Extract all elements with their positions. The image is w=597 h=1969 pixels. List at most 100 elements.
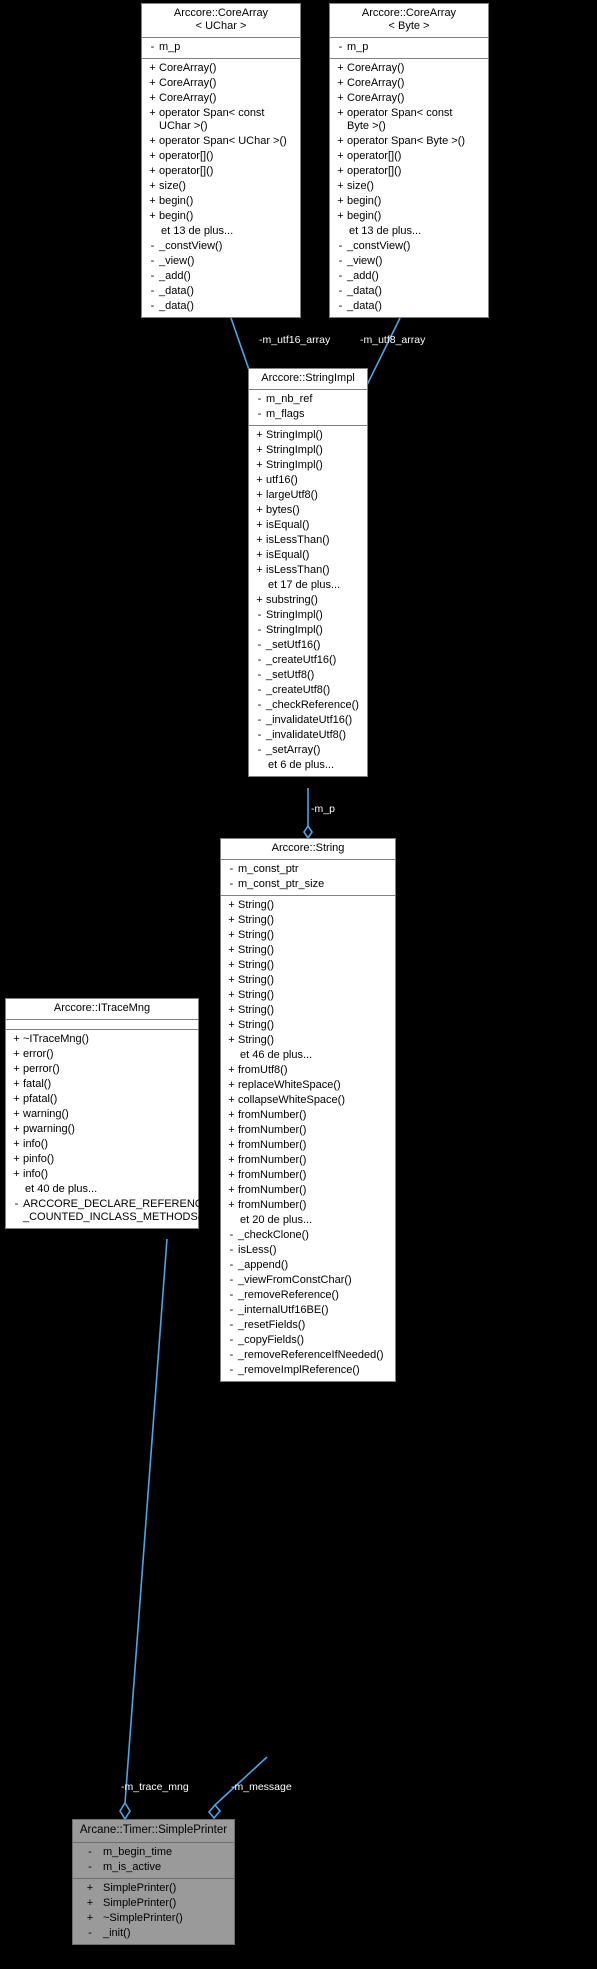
member-name: m_nb_ref: [266, 393, 313, 405]
member-name: begin(): [347, 195, 382, 207]
member-name: fromNumber(): [238, 1154, 307, 1166]
visibility-marker: +: [228, 1064, 235, 1076]
member-name: CoreArray(): [159, 92, 217, 104]
class-box-itracemng[interactable]: Arccore::ITraceMng + ~ITraceMng() + error()…: [5, 998, 210, 1229]
class-box-string[interactable]: Arccore::String - m_const_ptr - m_const_ptr…: [220, 838, 396, 1382]
member-name: _add(): [347, 270, 379, 282]
member-row: - _setUtf16(): [249, 638, 367, 653]
member-name: et 17 de plus...: [268, 579, 341, 591]
member-row: + bytes(): [249, 503, 367, 518]
attributes-section-string: - m_const_ptr - m_const_ptr_size: [221, 860, 395, 895]
visibility-marker: +: [337, 107, 344, 119]
visibility-marker: +: [13, 1033, 20, 1045]
visibility-marker: +: [228, 1109, 235, 1121]
visibility-marker: +: [13, 1123, 20, 1135]
class-box-corearray-byte[interactable]: Arccore::CoreArray < Byte > - m_p + CoreAr…: [329, 3, 489, 318]
member-row: + pfatal(): [6, 1092, 198, 1107]
visibility-marker: +: [228, 899, 235, 911]
visibility-marker: -: [229, 1364, 234, 1376]
member-name: operator Span< UChar >(): [159, 135, 287, 147]
member-name: _data(): [159, 285, 194, 297]
member-row: + operator Span< const Byte >(): [330, 106, 488, 134]
member-name: CoreArray(): [159, 62, 217, 74]
visibility-marker: -: [229, 1259, 234, 1271]
member-name: isLessThan(): [266, 534, 330, 546]
member-row: + perror(): [6, 1062, 198, 1077]
visibility-marker: +: [228, 914, 235, 926]
member-row: - _constView(): [330, 239, 488, 254]
visibility-marker: -: [338, 300, 343, 312]
member-name: operator[](): [347, 150, 402, 162]
member-row: + size(): [142, 179, 300, 194]
member-row-more: et 6 de plus...: [249, 758, 367, 773]
visibility-marker: -: [338, 255, 343, 267]
member-name: String(): [238, 959, 275, 971]
member-name: _setUtf8(): [266, 669, 315, 681]
member-name: _removeReference(): [238, 1289, 339, 1301]
visibility-marker: +: [149, 180, 156, 192]
operations-section-corearray-uchar: + CoreArray() + CoreArray() + CoreArray() + ope…: [142, 59, 300, 317]
member-row: - ARCCORE_DECLARE_REFERENCE _COUNTED_INCL…: [6, 1197, 210, 1225]
member-name: isEqual(): [266, 549, 310, 561]
member-name: _resetFields(): [238, 1319, 306, 1331]
member-row-more: et 13 de plus...: [142, 224, 300, 239]
visibility-marker: +: [228, 1094, 235, 1106]
member-name: m_flags: [266, 408, 305, 420]
member-name: SimplePrinter(): [103, 1882, 177, 1894]
member-row: + String(): [221, 958, 395, 973]
member-row: + pwarning(): [6, 1122, 198, 1137]
visibility-marker: +: [228, 1079, 235, 1091]
attributes-section-corearray-byte: - m_p: [330, 38, 488, 58]
member-name: et 13 de plus...: [161, 225, 234, 237]
class-box-stringimpl[interactable]: Arccore::StringImpl - m_nb_ref - m_flags + S…: [248, 368, 368, 777]
member-row: + isEqual(): [249, 548, 367, 563]
visibility-marker: -: [257, 744, 262, 756]
member-name: SimplePrinter(): [103, 1897, 177, 1909]
member-row: - m_const_ptr: [221, 862, 395, 877]
member-name: CoreArray(): [159, 77, 217, 89]
edge-itracemng-to-simpleprinter: [124, 1238, 168, 1804]
member-name: fromNumber(): [238, 1169, 307, 1181]
member-name: StringImpl(): [266, 624, 323, 636]
member-name: isLessThan(): [266, 564, 330, 576]
member-name: String(): [238, 1019, 275, 1031]
member-row: - m_p: [330, 40, 488, 55]
class-box-simpleprinter[interactable]: Arcane::Timer::SimplePrinter - m_begin_ti…: [72, 1819, 235, 1945]
visibility-marker: +: [13, 1093, 20, 1105]
visibility-marker: +: [13, 1078, 20, 1090]
visibility-marker: +: [337, 62, 344, 74]
class-title-stringimpl: Arccore::StringImpl: [261, 372, 355, 384]
member-row: - _append(): [221, 1258, 395, 1273]
edge-label-m-p: -m_p: [311, 803, 335, 815]
member-row: + fromNumber(): [221, 1168, 395, 1183]
member-name: info(): [23, 1138, 49, 1150]
member-name: StringImpl(): [266, 429, 323, 441]
member-name: _createUtf16(): [266, 654, 337, 666]
member-name: String(): [238, 914, 275, 926]
member-row: + fromNumber(): [221, 1183, 395, 1198]
visibility-marker: +: [149, 165, 156, 177]
member-name: error(): [23, 1048, 54, 1060]
attributes-section-stringimpl: - m_nb_ref - m_flags: [249, 390, 367, 425]
operations-section-string: + String() + String() + String() + String() + Str…: [221, 896, 395, 1381]
visibility-marker: +: [256, 489, 263, 501]
visibility-marker: -: [257, 714, 262, 726]
visibility-marker: -: [150, 255, 155, 267]
visibility-marker: +: [86, 1882, 94, 1894]
visibility-marker: +: [13, 1063, 20, 1075]
member-row: + String(): [221, 1018, 395, 1033]
member-row: + CoreArray(): [330, 61, 488, 76]
member-row: + ~SimplePrinter(): [73, 1911, 234, 1926]
class-box-corearray-uchar[interactable]: Arccore::CoreArray < UChar > - m_p + CoreA…: [141, 3, 301, 318]
member-row: + operator[](): [330, 149, 488, 164]
member-name: bytes(): [266, 504, 300, 516]
visibility-marker: +: [228, 1184, 235, 1196]
visibility-marker: -: [229, 1229, 234, 1241]
member-row: + String(): [221, 943, 395, 958]
visibility-marker: -: [229, 1319, 234, 1331]
member-row: + CoreArray(): [330, 76, 488, 91]
visibility-marker: +: [256, 444, 263, 456]
member-row: + operator[](): [142, 149, 300, 164]
member-name: size(): [347, 180, 374, 192]
member-row: + replaceWhiteSpace(): [221, 1078, 395, 1093]
